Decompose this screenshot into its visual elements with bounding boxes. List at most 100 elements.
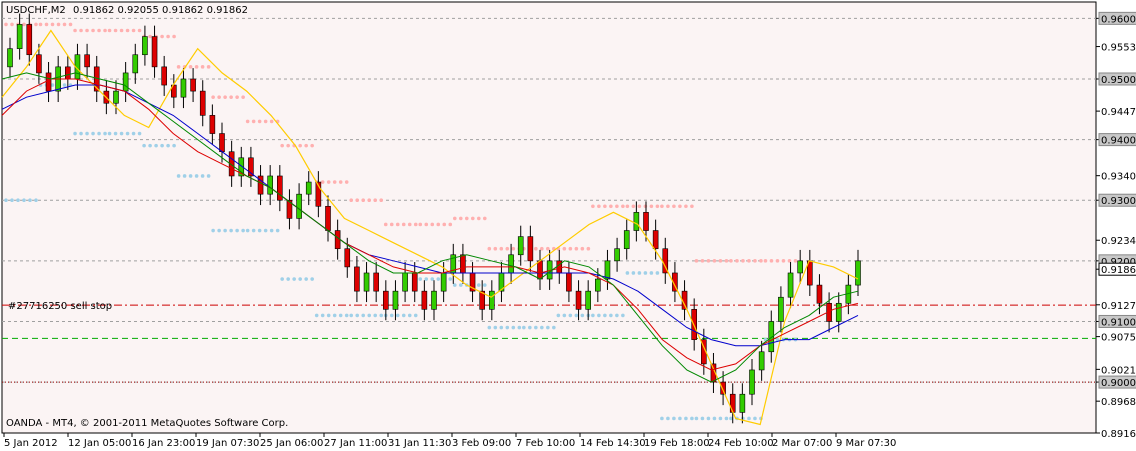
support-dot [166,143,170,148]
support-dot [286,277,290,281]
support-dot [344,313,349,318]
resistance-dot [753,259,757,263]
bear-candle [729,393,736,413]
bull-candle [122,72,129,92]
support-dot [655,271,660,275]
support-dot [603,313,607,318]
resistance-dot [217,95,221,99]
support-dot [724,416,729,421]
resistance-dot [591,204,595,209]
y-axis-label: 0.90000 [1101,378,1136,389]
resistance-dot [125,28,130,33]
x-axis-label: 9 Mar 07:30 [836,438,896,449]
support-dot [16,198,20,203]
bull-candle [835,302,842,322]
bear-candle [36,54,42,74]
resistance-dot [775,259,780,263]
resistance-dot [10,22,14,27]
resistance-dot [206,65,211,69]
support-dot [517,325,522,330]
support-dot [712,416,717,421]
resistance-dot [50,22,55,27]
bear-candle [411,272,418,292]
support-dot [694,416,699,421]
resistance-dot [470,216,475,221]
support-dot [62,83,67,87]
support-dot [326,313,331,318]
support-dot [562,313,567,318]
bear-candle [720,381,726,395]
support-dot [148,143,152,148]
resistance-dot [499,246,504,251]
resistance-dot [401,222,406,227]
support-dot [257,228,262,233]
resistance-dot [160,34,164,39]
support-dot [125,131,130,136]
resistance-dot [38,22,43,27]
mt4-chart-window[interactable]: 0.96000 0.95535 0.95000 0.94470 0.94000 0.934… [0,0,1136,451]
support-dot [361,313,366,318]
resistance-dot [747,259,751,263]
support-dot [310,277,314,281]
x-axis-label: 14 Feb 14:30 [580,438,646,449]
resistance-dot [34,22,38,27]
support-dot [487,325,492,330]
support-dot [678,416,682,421]
resistance-dot [338,180,343,184]
resistance-dot [487,246,492,251]
support-dot [574,313,579,318]
resistance-dot [68,22,73,27]
support-dot [188,174,193,178]
resistance-dot [137,28,142,33]
support-dot [235,228,239,233]
bull-candle [180,78,187,98]
bull-candle [739,393,746,413]
support-dot [413,313,418,318]
bull-candle [508,254,514,274]
support-dot [4,198,8,203]
support-dot [119,131,124,136]
resistance-dot [355,198,360,203]
support-dot [263,228,268,233]
resistance-dot [344,180,349,184]
resistance-dot [97,28,101,33]
support-dot [217,228,221,233]
bull-candle [633,212,640,231]
bull-candle [363,272,370,292]
resistance-dot [229,95,233,99]
x-axis-label: 5 Jan 2012 [4,438,58,449]
resistance-dot [379,198,384,203]
support-dot [660,416,664,421]
bull-candle [489,290,495,310]
support-dot [223,228,227,233]
bear-candle [26,24,33,56]
x-axis-label: 31 Jan 11:30 [388,438,451,449]
support-dot [349,313,354,318]
support-dot [298,277,302,281]
resistance-dot [694,259,699,263]
chart-canvas[interactable]: 0.96000 0.95535 0.95000 0.94470 0.94000 0.934… [0,0,1136,451]
y-axis-label: 0.93405 [1101,172,1136,183]
support-dot [568,313,573,318]
support-dot [229,228,233,233]
support-dot [418,277,423,281]
resistance-dot [631,204,636,209]
resistance-dot [643,204,648,209]
x-axis-label: 2 Mar 07:00 [772,438,832,449]
support-dot [718,416,723,421]
y-axis-label: 0.89685 [1101,397,1136,408]
support-dot [355,313,360,318]
resistance-dot [298,143,302,148]
support-dot [194,174,199,178]
resistance-dot [257,119,262,124]
bull-candle [402,272,408,292]
y-axis-label: 0.93000 [1101,196,1136,207]
bull-candle [440,272,447,292]
bear-candle [209,115,216,134]
support-dot [591,313,595,318]
support-dot [580,313,585,318]
resistance-dot [625,204,630,209]
support-dot [448,277,453,281]
resistance-dot [609,204,613,209]
support-dot [206,174,211,178]
